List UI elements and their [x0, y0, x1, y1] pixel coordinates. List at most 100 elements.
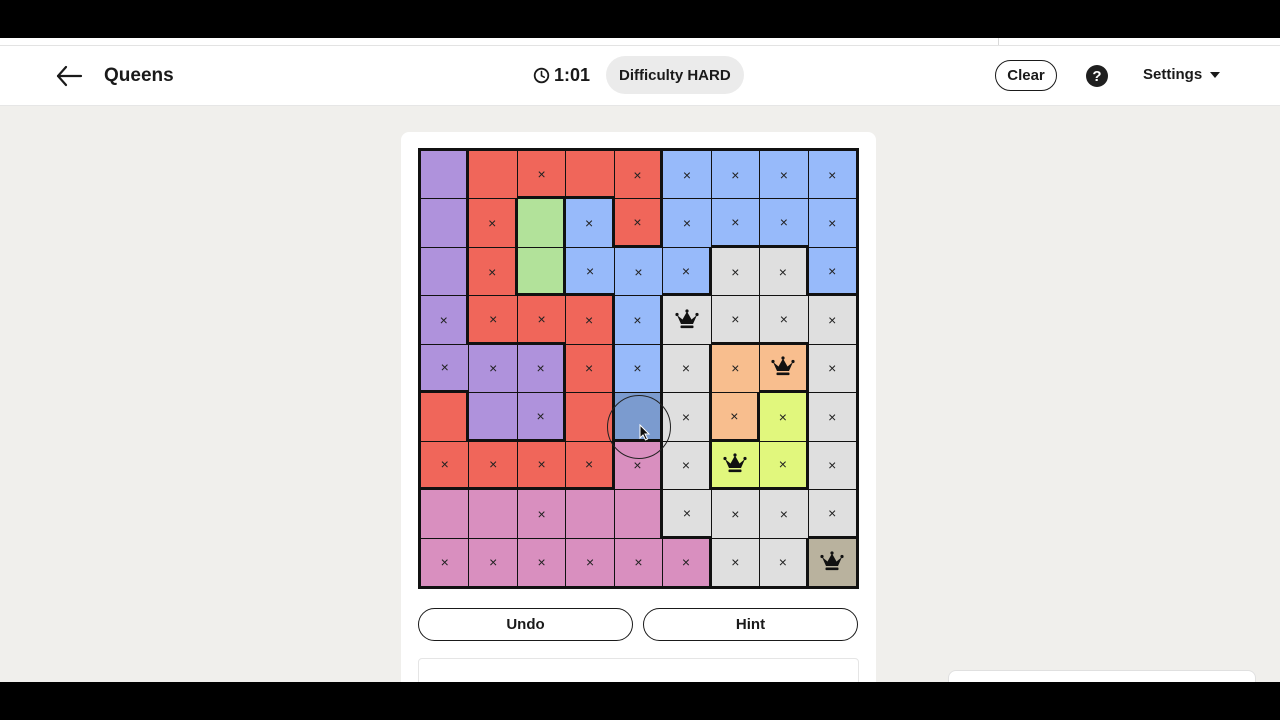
board-cell[interactable]: ×: [760, 151, 808, 199]
board-cell[interactable]: ×: [469, 344, 517, 393]
board-cell[interactable]: ×: [663, 538, 711, 586]
queen-icon: [770, 354, 796, 380]
board-cell[interactable]: [614, 393, 663, 441]
board-cell[interactable]: ×: [760, 296, 808, 344]
queen-icon: [819, 549, 845, 575]
board-cell[interactable]: ×: [614, 538, 663, 586]
board-cell[interactable]: ×: [469, 296, 517, 344]
game-panel: × × × × × × × × × × × × × × × × × × × × × × × × × × × × × × × × × × × × × × × ×…: [401, 132, 876, 682]
board-cell[interactable]: ×: [663, 199, 711, 247]
board-cell[interactable]: [566, 490, 614, 538]
board-cell[interactable]: [469, 490, 517, 538]
hint-button[interactable]: Hint: [643, 608, 858, 641]
board-cell[interactable]: ×: [614, 296, 663, 344]
board-cell[interactable]: ×: [614, 199, 663, 247]
board-cell[interactable]: [469, 393, 517, 441]
board-cell[interactable]: ×: [711, 344, 760, 393]
board-cell[interactable]: ×: [469, 441, 517, 490]
board-cell[interactable]: ×: [663, 441, 711, 490]
board-cell[interactable]: ×: [566, 538, 614, 586]
board-cell[interactable]: ×: [566, 296, 614, 344]
board-cell[interactable]: ×: [566, 441, 614, 490]
board-cell[interactable]: ×: [808, 490, 856, 538]
clear-button[interactable]: Clear: [995, 60, 1057, 91]
x-mark-icon: ×: [682, 504, 692, 521]
board-cell[interactable]: ×: [517, 344, 566, 393]
board-cell[interactable]: ×: [808, 199, 856, 247]
board-cell[interactable]: ×: [614, 247, 663, 296]
board-cell[interactable]: ×: [711, 199, 760, 247]
x-mark-icon: ×: [682, 166, 692, 183]
board-cell[interactable]: ×: [808, 247, 856, 296]
board-cell[interactable]: ×: [663, 490, 711, 538]
board-cell[interactable]: ×: [663, 151, 711, 199]
board-cell[interactable]: ×: [760, 538, 808, 586]
board-cell[interactable]: ×: [421, 296, 469, 344]
board-cell[interactable]: [663, 296, 711, 344]
help-button[interactable]: ?: [1086, 65, 1108, 87]
settings-dropdown[interactable]: Settings: [1143, 66, 1221, 83]
board-cell[interactable]: ×: [711, 247, 760, 296]
board-cell[interactable]: [421, 247, 469, 296]
board-cell[interactable]: ×: [421, 538, 469, 586]
board-cell[interactable]: [614, 490, 663, 538]
board-cell[interactable]: ×: [663, 247, 711, 296]
board-cell[interactable]: [421, 199, 469, 247]
board-cell[interactable]: ×: [517, 296, 566, 344]
board-cell[interactable]: ×: [566, 344, 614, 393]
board-cell[interactable]: ×: [711, 151, 760, 199]
board-cell[interactable]: ×: [421, 441, 469, 490]
board-cell[interactable]: ×: [469, 199, 517, 247]
board-cell[interactable]: [421, 490, 469, 538]
x-mark-icon: ×: [489, 360, 498, 377]
x-mark-icon: ×: [779, 166, 788, 183]
board-cell[interactable]: ×: [760, 247, 808, 296]
board-cell[interactable]: [421, 393, 469, 441]
board-cell[interactable]: [566, 393, 614, 441]
board-cell[interactable]: ×: [517, 393, 566, 441]
x-mark-icon: ×: [730, 407, 739, 424]
board-cell[interactable]: ×: [760, 393, 808, 441]
board-cell[interactable]: ×: [614, 441, 663, 490]
board-cell[interactable]: [808, 538, 856, 586]
board-cell[interactable]: ×: [517, 538, 566, 586]
board-cell[interactable]: ×: [808, 151, 856, 199]
board-cell[interactable]: [421, 151, 469, 199]
board-cell[interactable]: ×: [517, 441, 566, 490]
board-cell[interactable]: ×: [760, 441, 808, 490]
x-mark-icon: ×: [731, 263, 740, 280]
board-cell[interactable]: [517, 199, 566, 247]
board-cell[interactable]: ×: [566, 247, 614, 296]
board-cell[interactable]: [711, 441, 760, 490]
corner-card: [948, 670, 1256, 682]
board-cell[interactable]: [517, 247, 566, 296]
board-cell[interactable]: ×: [614, 344, 663, 393]
x-mark-icon: ×: [489, 456, 498, 473]
board-cell[interactable]: ×: [808, 296, 856, 344]
x-mark-icon: ×: [537, 165, 546, 182]
board-cell[interactable]: ×: [711, 538, 760, 586]
board-cell[interactable]: ×: [566, 199, 614, 247]
x-mark-icon: ×: [537, 311, 546, 328]
board-cell[interactable]: ×: [517, 151, 566, 199]
board-cell[interactable]: ×: [711, 490, 760, 538]
board-cell[interactable]: [760, 344, 808, 393]
undo-button[interactable]: Undo: [418, 608, 633, 641]
board-cell[interactable]: ×: [711, 393, 760, 441]
board-cell[interactable]: ×: [517, 490, 566, 538]
board-cell[interactable]: ×: [711, 296, 760, 344]
board-cell[interactable]: [469, 151, 517, 199]
board-cell[interactable]: ×: [663, 393, 711, 441]
board-cell[interactable]: ×: [421, 344, 469, 393]
board-cell[interactable]: ×: [760, 490, 808, 538]
board-cell[interactable]: ×: [808, 393, 856, 441]
board-cell[interactable]: ×: [808, 441, 856, 490]
board-cell[interactable]: ×: [469, 538, 517, 586]
board-cell[interactable]: [566, 151, 614, 199]
board-cell[interactable]: ×: [760, 199, 808, 247]
board-cell[interactable]: ×: [614, 151, 663, 199]
board-cell[interactable]: ×: [808, 344, 856, 393]
board-cell[interactable]: ×: [663, 344, 711, 393]
board-cell[interactable]: ×: [469, 247, 517, 296]
back-button[interactable]: [52, 59, 86, 93]
